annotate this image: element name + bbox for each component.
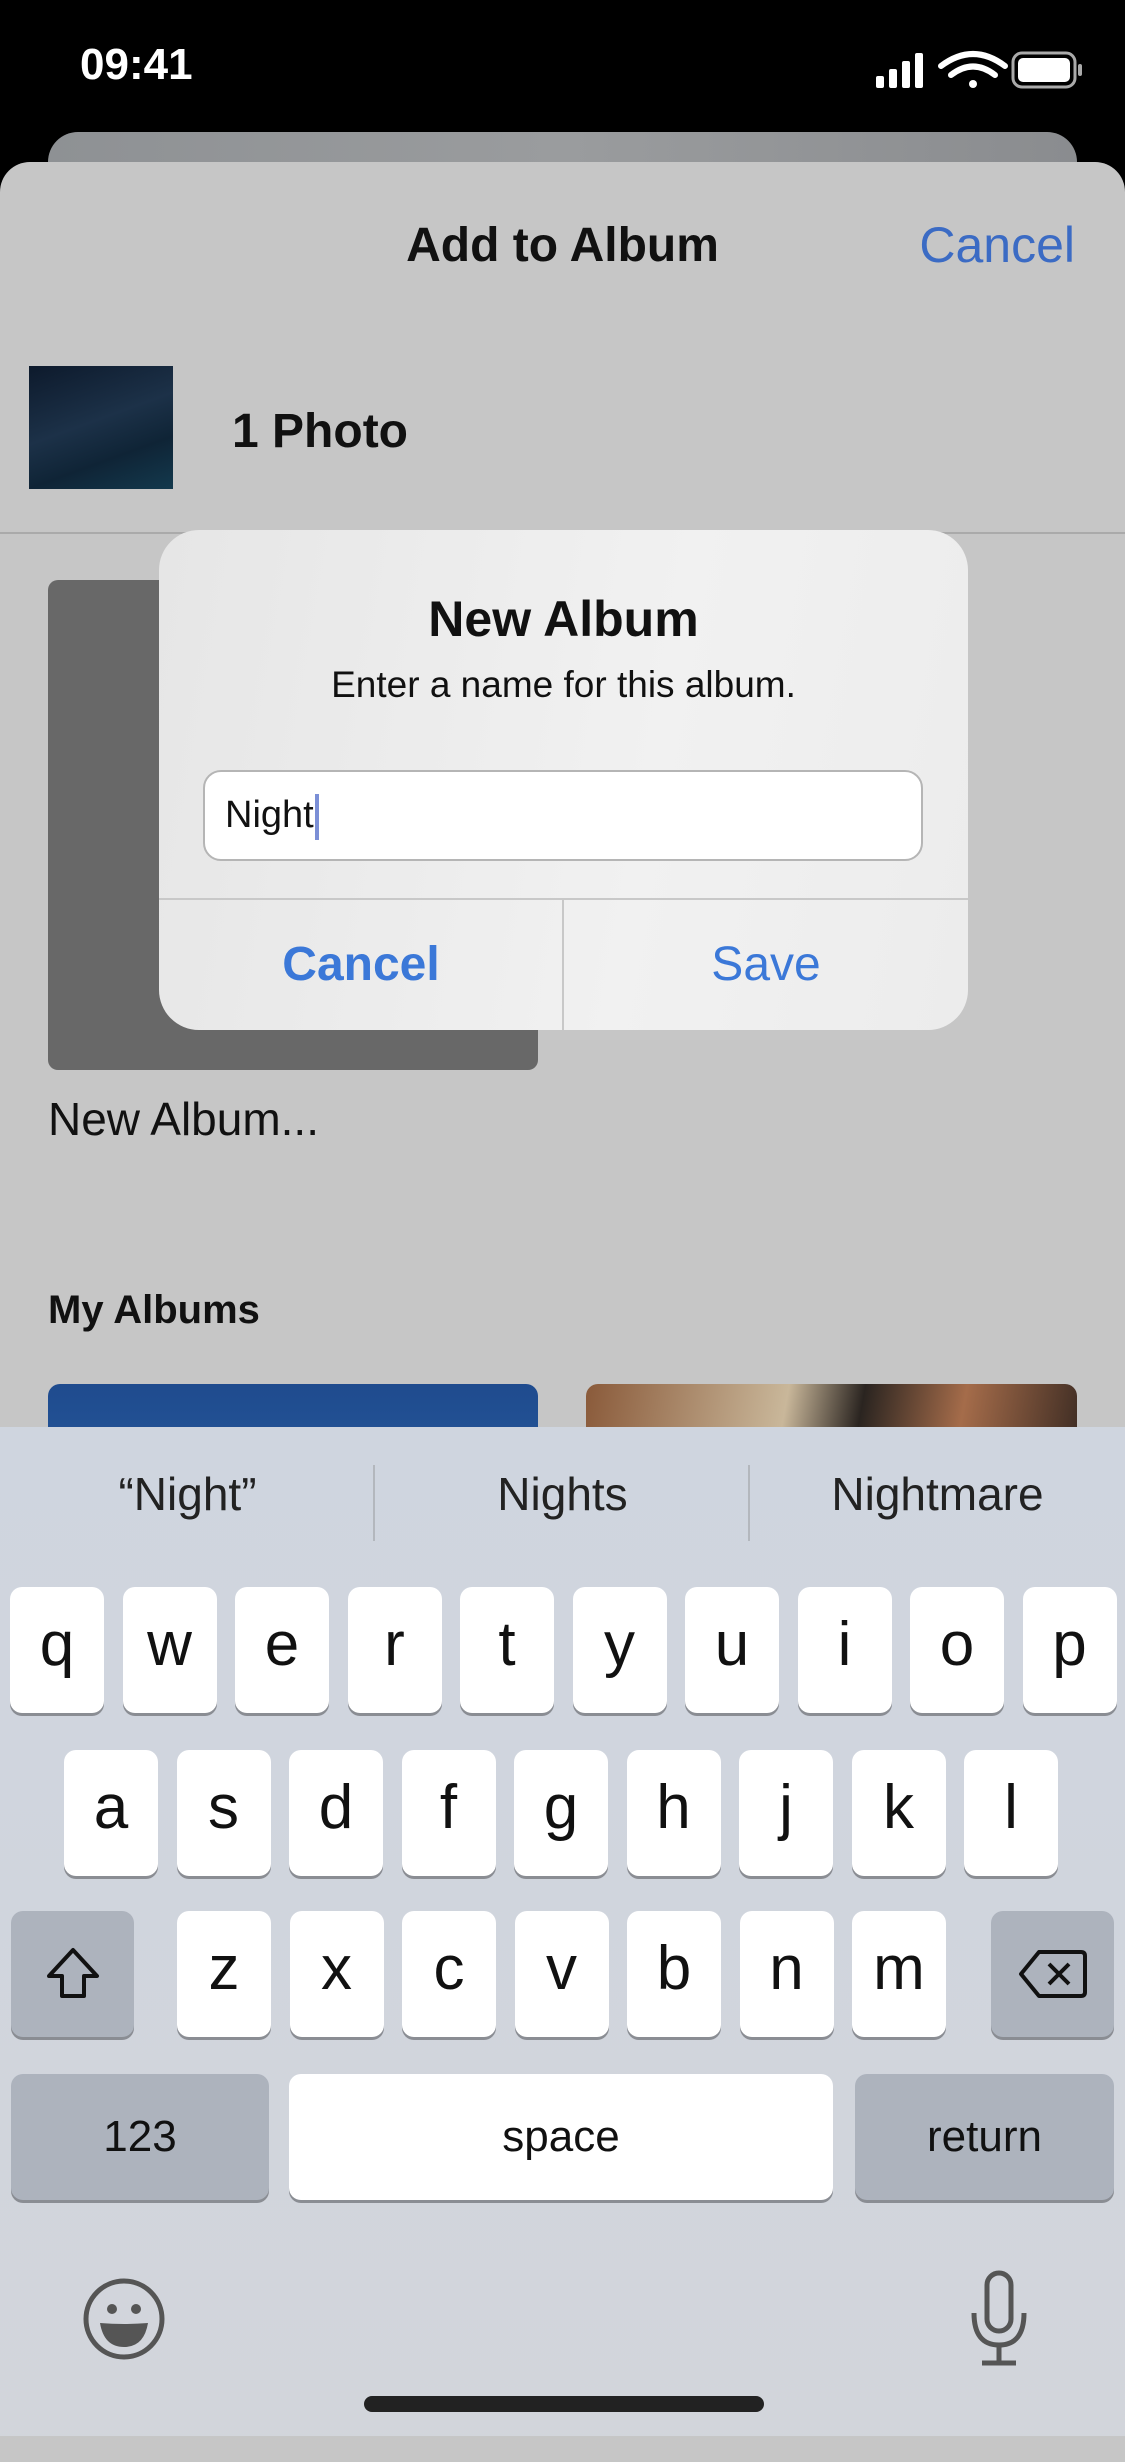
key-z[interactable]: z [177,1911,271,2037]
key-d[interactable]: d [289,1750,383,1876]
status-icons [876,51,1082,89]
key-r[interactable]: r [347,1587,442,1713]
key-v[interactable]: v [514,1911,609,2037]
text-caret [314,793,319,840]
key-p[interactable]: p [1022,1587,1117,1713]
key-l[interactable]: l [964,1750,1058,1876]
shift-key[interactable] [11,1911,134,2037]
key-g[interactable]: g [514,1750,608,1876]
key-b[interactable]: b [627,1911,721,2037]
photo-count: 1 Photo [232,405,408,458]
alert-title: New Album [428,591,699,647]
new-album-alert: New Album Enter a name for this album. N… [159,530,968,1030]
suggestion[interactable]: Nightmare [750,1467,1125,1521]
suggestion[interactable]: “Night” [0,1467,375,1521]
album-name-input[interactable]: Night [203,770,923,861]
new-album-label[interactable]: New Album... [48,1092,319,1146]
sheet-cancel-button[interactable]: Cancel [919,216,1075,274]
numbers-key[interactable]: 123 [11,2074,269,2200]
key-x[interactable]: x [289,1911,384,2037]
key-e[interactable]: e [235,1587,329,1713]
key-q[interactable]: q [10,1587,104,1713]
delete-key[interactable] [991,1911,1114,2037]
section-title: My Albums [48,1288,260,1332]
key-a[interactable]: a [64,1750,158,1876]
alert-message: Enter a name for this album. [331,664,796,705]
key-k[interactable]: k [851,1750,946,1876]
alert-cancel-button[interactable]: Cancel [159,900,563,1030]
shift-icon [46,1948,99,1998]
emoji-icon[interactable] [82,2277,166,2361]
key-u[interactable]: u [685,1587,779,1713]
wifi-icon [938,51,1008,88]
key-m[interactable]: m [852,1911,946,2037]
suggestion[interactable]: Nights [375,1467,750,1521]
home-indicator[interactable] [364,2396,764,2412]
key-n[interactable]: n [739,1911,834,2037]
battery-icon [1011,51,1082,89]
key-h[interactable]: h [626,1750,721,1876]
alert-save-button[interactable]: Save [564,900,968,1030]
key-t[interactable]: t [460,1587,554,1713]
status-time: 09:41 [80,40,193,89]
input-value: Night [225,794,314,836]
key-i[interactable]: i [797,1587,892,1713]
photo-thumbnail [29,366,173,489]
key-c[interactable]: c [402,1911,496,2037]
key-o[interactable]: o [910,1587,1004,1713]
key-j[interactable]: j [739,1750,833,1876]
microphone-icon[interactable] [966,2269,1032,2369]
space-key[interactable]: space [289,2074,833,2200]
delete-icon [1018,1950,1087,1998]
return-key[interactable]: return [855,2074,1114,2200]
signal-icon [876,53,923,88]
key-w[interactable]: w [122,1587,217,1713]
keyboard: “Night” Nights Nightmare 123 space retur… [0,1427,1125,2436]
key-f[interactable]: f [401,1750,496,1876]
key-s[interactable]: s [176,1750,271,1876]
key-y[interactable]: y [572,1587,667,1713]
